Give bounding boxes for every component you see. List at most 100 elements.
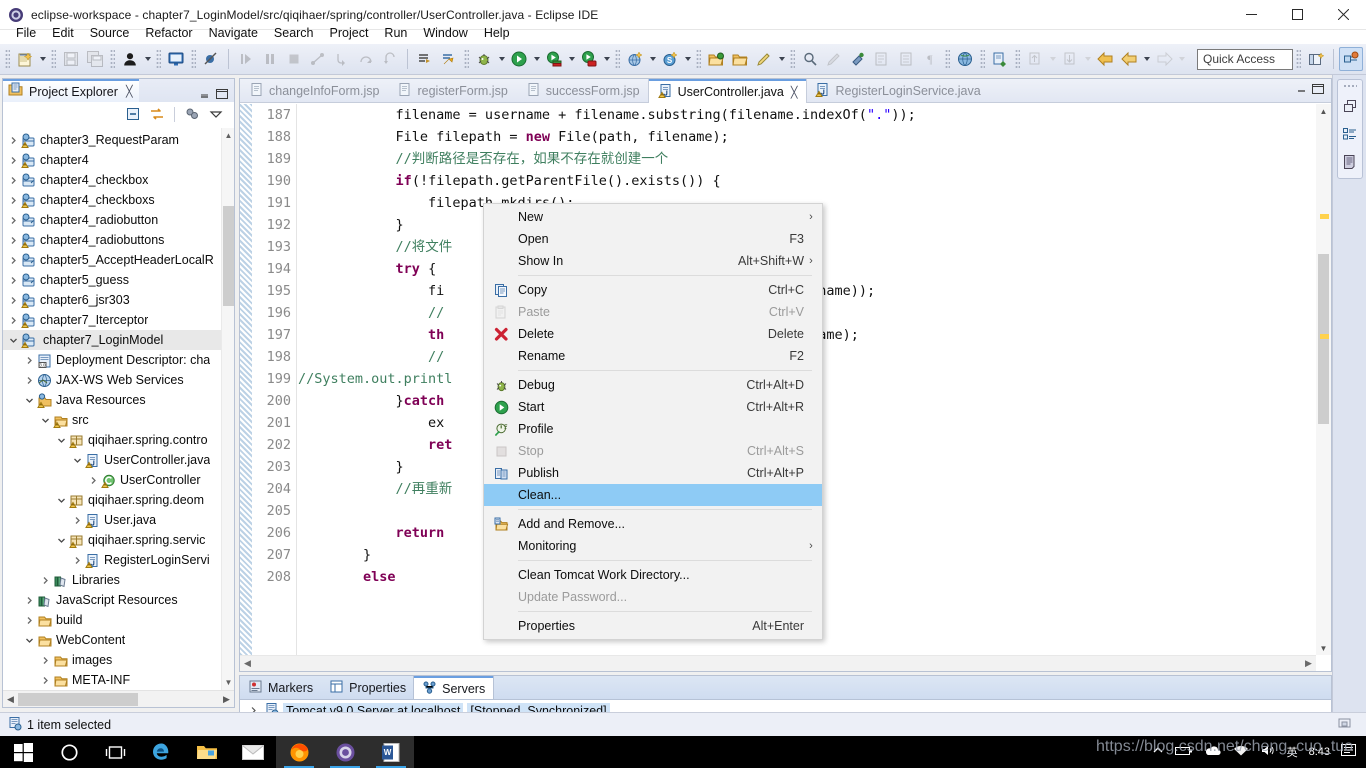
tree-item[interactable]: UserController.java xyxy=(3,450,221,470)
chevron-right-icon[interactable] xyxy=(6,216,20,225)
chevron-down-icon[interactable] xyxy=(6,336,20,345)
context-menu-item[interactable]: Publish Ctrl+Alt+P xyxy=(484,462,822,484)
scroll-right-icon[interactable]: ▶ xyxy=(219,694,234,705)
tree-item[interactable]: Java Resources xyxy=(3,390,221,410)
cortana-search-icon[interactable] xyxy=(46,736,92,768)
eclipse-icon[interactable] xyxy=(322,736,368,768)
tree-item[interactable]: images xyxy=(3,650,221,670)
project-tree-hscrollbar[interactable]: ◀ ▶ xyxy=(3,690,234,707)
menu-search[interactable]: Search xyxy=(266,24,322,42)
run-server-dropdown-icon[interactable] xyxy=(566,47,577,71)
step-return-icon[interactable] xyxy=(378,47,402,71)
maximize-icon[interactable] xyxy=(214,86,230,102)
tree-item[interactable]: chapter7_LoginModel xyxy=(3,330,221,350)
step-over-icon[interactable] xyxy=(354,47,378,71)
collapse-all-icon[interactable] xyxy=(123,104,143,124)
tree-item[interactable]: chapter4_radiobuttons xyxy=(3,230,221,250)
toolbar-grip-9[interactable] xyxy=(790,49,795,69)
chevron-right-icon[interactable] xyxy=(70,556,84,565)
tree-item[interactable]: JavaScript Resources xyxy=(3,590,221,610)
tree-item[interactable]: chapter4_checkboxs xyxy=(3,190,221,210)
chevron-right-icon[interactable] xyxy=(38,676,52,685)
editor-scroll-right-icon[interactable]: ▶ xyxy=(1301,658,1316,669)
link-with-editor-icon[interactable] xyxy=(147,104,167,124)
quick-access-input[interactable]: Quick Access xyxy=(1197,48,1293,70)
chevron-right-icon[interactable] xyxy=(22,376,36,385)
chevron-right-icon[interactable] xyxy=(6,316,20,325)
run-icon[interactable] xyxy=(507,47,531,71)
menu-help[interactable]: Help xyxy=(476,24,518,42)
next-annotation-dropdown-icon[interactable] xyxy=(1082,47,1093,71)
disconnect-icon[interactable] xyxy=(306,47,330,71)
context-menu-item[interactable]: Show In Alt+Shift+W › xyxy=(484,250,822,272)
new-spring-dropdown-icon[interactable] xyxy=(682,47,693,71)
close-icon[interactable]: ╳ xyxy=(126,85,133,98)
menu-edit[interactable]: Edit xyxy=(44,24,82,42)
save-icon[interactable] xyxy=(59,47,83,71)
tree-item[interactable]: chapter4_checkbox xyxy=(3,170,221,190)
step-into-icon[interactable] xyxy=(330,47,354,71)
menu-project[interactable]: Project xyxy=(322,24,377,42)
context-menu-item[interactable]: Clean... xyxy=(484,484,822,506)
chevron-down-icon[interactable] xyxy=(54,496,68,505)
tree-item[interactable]: chapter5_AcceptHeaderLocalR xyxy=(3,250,221,270)
editor-vscrollbar[interactable]: ▲ ▼ xyxy=(1316,104,1331,655)
editor-tab[interactable]: RegisterLoginService.java xyxy=(806,79,989,103)
toolbar-grip-13[interactable] xyxy=(1296,49,1301,69)
save-all-icon[interactable] xyxy=(83,47,107,71)
tree-item[interactable]: META-INF xyxy=(3,670,221,690)
toolbar-grip-10[interactable] xyxy=(945,49,950,69)
context-menu-item[interactable]: Monitoring › xyxy=(484,535,822,557)
tree-item[interactable]: RegisterLoginServi xyxy=(3,550,221,570)
show-hidden-icons-icon[interactable] xyxy=(1152,745,1164,760)
volume-icon[interactable] xyxy=(1260,744,1276,760)
context-menu-item[interactable]: Debug Ctrl+Alt+D xyxy=(484,374,822,396)
tree-item[interactable]: qiqihaer.spring.contro xyxy=(3,430,221,450)
menu-run[interactable]: Run xyxy=(376,24,415,42)
mail-icon[interactable] xyxy=(230,736,276,768)
chevron-right-icon[interactable] xyxy=(6,176,20,185)
menu-source[interactable]: Source xyxy=(82,24,138,42)
chevron-right-icon[interactable] xyxy=(6,256,20,265)
folder-icon[interactable] xyxy=(728,47,752,71)
edge-icon[interactable] xyxy=(138,736,184,768)
task-list-icon[interactable] xyxy=(1340,152,1360,172)
drag-handle-icon[interactable] xyxy=(1343,84,1357,88)
properties-icon[interactable] xyxy=(894,47,918,71)
tree-item[interactable]: chapter7_Iterceptor xyxy=(3,310,221,330)
java-ee-perspective-icon[interactable] xyxy=(1339,47,1363,71)
editor-tab[interactable]: successForm.jsp xyxy=(517,79,649,103)
annotation-marker-2[interactable] xyxy=(1320,334,1329,339)
menu-file[interactable]: File xyxy=(8,24,44,42)
previous-annotation-icon[interactable] xyxy=(1023,47,1047,71)
tree-item[interactable]: chapter4_radiobutton xyxy=(3,210,221,230)
scroll-down-icon[interactable]: ▼ xyxy=(222,675,235,690)
toolbar-grip-8[interactable] xyxy=(696,49,701,69)
context-menu-item[interactable]: Clean Tomcat Work Directory... xyxy=(484,564,822,586)
chevron-down-icon[interactable] xyxy=(54,436,68,445)
bottom-tab[interactable]: Properties xyxy=(321,676,414,699)
editor-vscroll-thumb[interactable] xyxy=(1318,254,1329,424)
onedrive-icon[interactable] xyxy=(1204,745,1222,760)
toolbar-grip-2[interactable] xyxy=(51,49,56,69)
minimize-icon[interactable] xyxy=(196,86,212,102)
menu-refactor[interactable]: Refactor xyxy=(137,24,200,42)
toolbar-grip-7[interactable] xyxy=(615,49,620,69)
search-icon[interactable] xyxy=(798,47,822,71)
chevron-down-icon[interactable] xyxy=(70,456,84,465)
open-folder-icon[interactable] xyxy=(704,47,728,71)
profile-server-icon[interactable] xyxy=(577,47,601,71)
task-view-icon[interactable] xyxy=(92,736,138,768)
firefox-icon[interactable] xyxy=(276,736,322,768)
chevron-down-icon[interactable] xyxy=(22,396,36,405)
editor-tab[interactable]: UserController.java ╳ xyxy=(648,79,807,103)
new-wizard-dropdown-icon[interactable] xyxy=(37,47,48,71)
toolbar-grip-11[interactable] xyxy=(980,49,985,69)
back-dropdown-icon[interactable] xyxy=(1141,47,1152,71)
tree-item[interactable]: Libraries xyxy=(3,570,221,590)
chevron-down-icon[interactable] xyxy=(22,636,36,645)
maximize-icon[interactable] xyxy=(1311,82,1325,99)
context-menu-item[interactable]: Rename F2 xyxy=(484,345,822,367)
context-menu-item[interactable]: New › xyxy=(484,206,822,228)
bottom-tab[interactable]: Servers xyxy=(414,676,494,699)
